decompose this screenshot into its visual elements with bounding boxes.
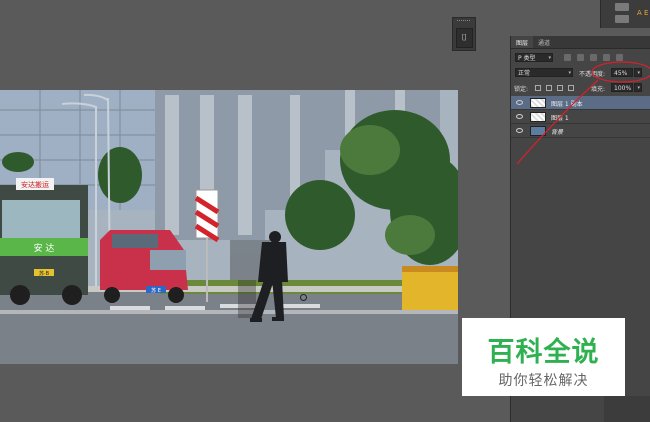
watermark-subtitle: 助你轻松解决 xyxy=(498,373,589,389)
annotation-circle xyxy=(591,61,650,83)
annotation-line xyxy=(516,79,599,165)
panel-edge xyxy=(604,396,650,422)
watermark-title: 百科全说 xyxy=(487,337,600,368)
watermark-logo: 百科全说 助你轻松解决 xyxy=(462,318,625,396)
